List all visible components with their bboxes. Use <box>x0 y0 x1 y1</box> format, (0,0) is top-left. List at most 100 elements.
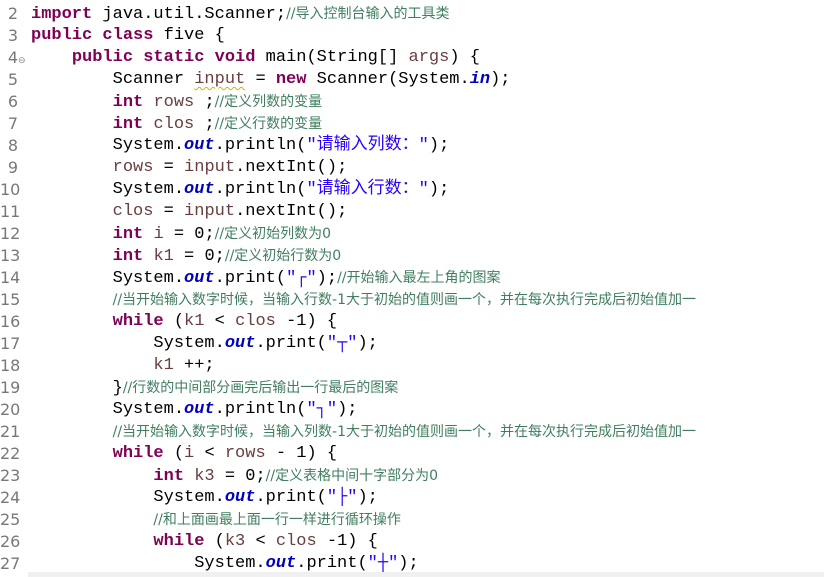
code-line[interactable]: 25 //和上面画最上面一行一样进行循环操作 <box>0 509 824 531</box>
code-text: < <box>204 312 236 331</box>
code-text: ); <box>316 269 338 288</box>
code-line[interactable]: 9 rows = input.nextInt(); <box>0 157 824 179</box>
code-content: System.out.println("请输入行数："); <box>31 179 450 201</box>
code-content: while (k1 < clos -1) { <box>31 311 337 333</box>
code-text: System. <box>31 488 225 507</box>
line-number: 17 <box>0 334 21 353</box>
code-content: //和上面画最上面一行一样进行循环操作 <box>31 509 400 532</box>
code-line[interactable]: 18 k1 ++; <box>0 355 824 377</box>
comment: //当开始输入数字时候，当输入列数-1大于初始的值则画一个，并在每次执行完成后初… <box>112 424 697 440</box>
code-text: = 0; <box>163 225 215 244</box>
code-text: ); <box>357 488 378 507</box>
horizontal-scrollbar[interactable] <box>28 572 824 577</box>
string-literal: "┼" <box>367 554 399 573</box>
code-line[interactable]: 10 System.out.println("请输入行数："); <box>0 179 824 201</box>
code-content: while (k3 < clos -1) { <box>31 531 378 553</box>
variable: k1 <box>153 247 174 266</box>
static-field: out <box>224 488 256 507</box>
line-number: 6 <box>7 92 18 111</box>
code-content: //当开始输入数字时候，当输入列数-1大于初始的值则画一个，并在每次执行完成后初… <box>31 421 696 444</box>
keyword: void <box>214 48 256 67</box>
static-field: out <box>184 400 215 419</box>
code-text: ) { <box>449 48 480 67</box>
static-field: out <box>184 136 215 155</box>
keyword: int <box>112 93 144 112</box>
code-line[interactable]: 26 while (k3 < clos -1) { <box>0 531 824 553</box>
code-line[interactable]: 11 clos = input.nextInt(); <box>0 201 824 223</box>
code-line[interactable]: 24 System.out.print("├"); <box>0 487 824 509</box>
code-content: System.out.print("├"); <box>31 487 378 509</box>
code-content: Scanner input = new Scanner(System.in); <box>31 69 511 91</box>
code-line[interactable]: 12 int i = 0;//定义初始列数为0 <box>0 223 824 245</box>
code-text: ( <box>204 532 225 551</box>
code-text: ); <box>428 180 450 199</box>
variable: clos <box>112 202 154 221</box>
code-text: = <box>153 202 185 221</box>
string-literal: "├" <box>326 488 358 507</box>
code-line[interactable]: 20 System.out.println("┐"); <box>0 399 824 421</box>
code-line[interactable]: 3 public class five { <box>0 25 824 47</box>
variable: rows <box>224 444 266 463</box>
line-number: 3 <box>7 26 18 45</box>
variable: i <box>153 225 164 244</box>
line-number: 10 <box>0 180 21 199</box>
variable-warning: input <box>194 70 246 89</box>
line-number: 26 <box>0 532 21 551</box>
code-line[interactable]: 5 Scanner input = new Scanner(System.in)… <box>0 69 824 91</box>
static-field: out <box>184 180 215 199</box>
keyword: int <box>153 467 185 486</box>
variable: k3 <box>224 532 246 551</box>
code-content: int k3 = 0;//定义表格中间十字部分为0 <box>31 465 438 488</box>
code-content: //当开始输入数字时候，当输入行数-1大于初始的值则画一个，并在每次执行完成后初… <box>31 289 696 312</box>
comment: //定义行数的变量 <box>214 116 323 132</box>
code-text: = 0; <box>214 467 266 486</box>
code-line[interactable]: 2 import java.util.Scanner;//导入控制台输入的工具类 <box>0 3 824 25</box>
variable: i <box>184 444 195 463</box>
line-number: 19 <box>0 378 21 397</box>
code-line[interactable]: 7 int clos ;//定义行数的变量 <box>0 113 824 135</box>
code-line[interactable]: 8 System.out.println("请输入列数："); <box>0 135 824 157</box>
code-line[interactable]: 16 while (k1 < clos -1) { <box>0 311 824 333</box>
comment: //定义初始列数为0 <box>214 226 331 242</box>
line-number: 9 <box>7 158 18 177</box>
string-literal: "┌" <box>286 269 317 288</box>
code-line[interactable]: 19 }//行数的中间部分画完后输出一行最后的图案 <box>0 377 824 399</box>
code-text: five { <box>153 26 225 45</box>
line-number: 24 <box>0 488 21 507</box>
code-line[interactable]: 23 int k3 = 0;//定义表格中间十字部分为0 <box>0 465 824 487</box>
code-line[interactable]: 15 //当开始输入数字时候，当输入行数-1大于初始的值则画一个，并在每次执行完… <box>0 289 824 311</box>
code-text: System. <box>31 554 266 573</box>
code-line[interactable]: 6 int rows ;//定义列数的变量 <box>0 91 824 113</box>
code-text: .print( <box>296 554 368 573</box>
code-content: while (i < rows - 1) { <box>31 443 337 465</box>
code-content: public class five { <box>31 25 225 47</box>
code-line[interactable]: 17 System.out.print("┬"); <box>0 333 824 355</box>
line-number: 27 <box>0 554 21 573</box>
line-number: 25 <box>0 510 21 529</box>
code-content: System.out.print("┌");//开始输入最左上角的图案 <box>31 267 501 290</box>
code-line[interactable]: 22 while (i < rows - 1) { <box>0 443 824 465</box>
static-field: out <box>265 554 297 573</box>
line-number: 4 <box>7 48 18 67</box>
code-line[interactable]: 13 int k1 = 0;//定义初始行数为0 <box>0 245 824 267</box>
code-text: = 0; <box>173 247 225 266</box>
code-text: ++; <box>173 356 215 375</box>
code-line[interactable]: 21 //当开始输入数字时候，当输入列数-1大于初始的值则画一个，并在每次执行完… <box>0 421 824 443</box>
code-line[interactable]: 4 ⊖ public static void main(String[] args… <box>0 47 824 69</box>
code-text: ( <box>163 444 185 463</box>
line-number: 13 <box>0 246 21 265</box>
code-editor[interactable]: 2 import java.util.Scanner;//导入控制台输入的工具类 3… <box>0 0 824 577</box>
code-text: -1) { <box>316 532 378 551</box>
code-content: System.out.println("┐"); <box>31 399 358 421</box>
code-line[interactable]: 14 System.out.print("┌");//开始输入最左上角的图案 <box>0 267 824 289</box>
line-number: 23 <box>0 466 21 485</box>
code-text: Scanner(System. <box>306 70 470 89</box>
keyword: int <box>112 115 144 134</box>
